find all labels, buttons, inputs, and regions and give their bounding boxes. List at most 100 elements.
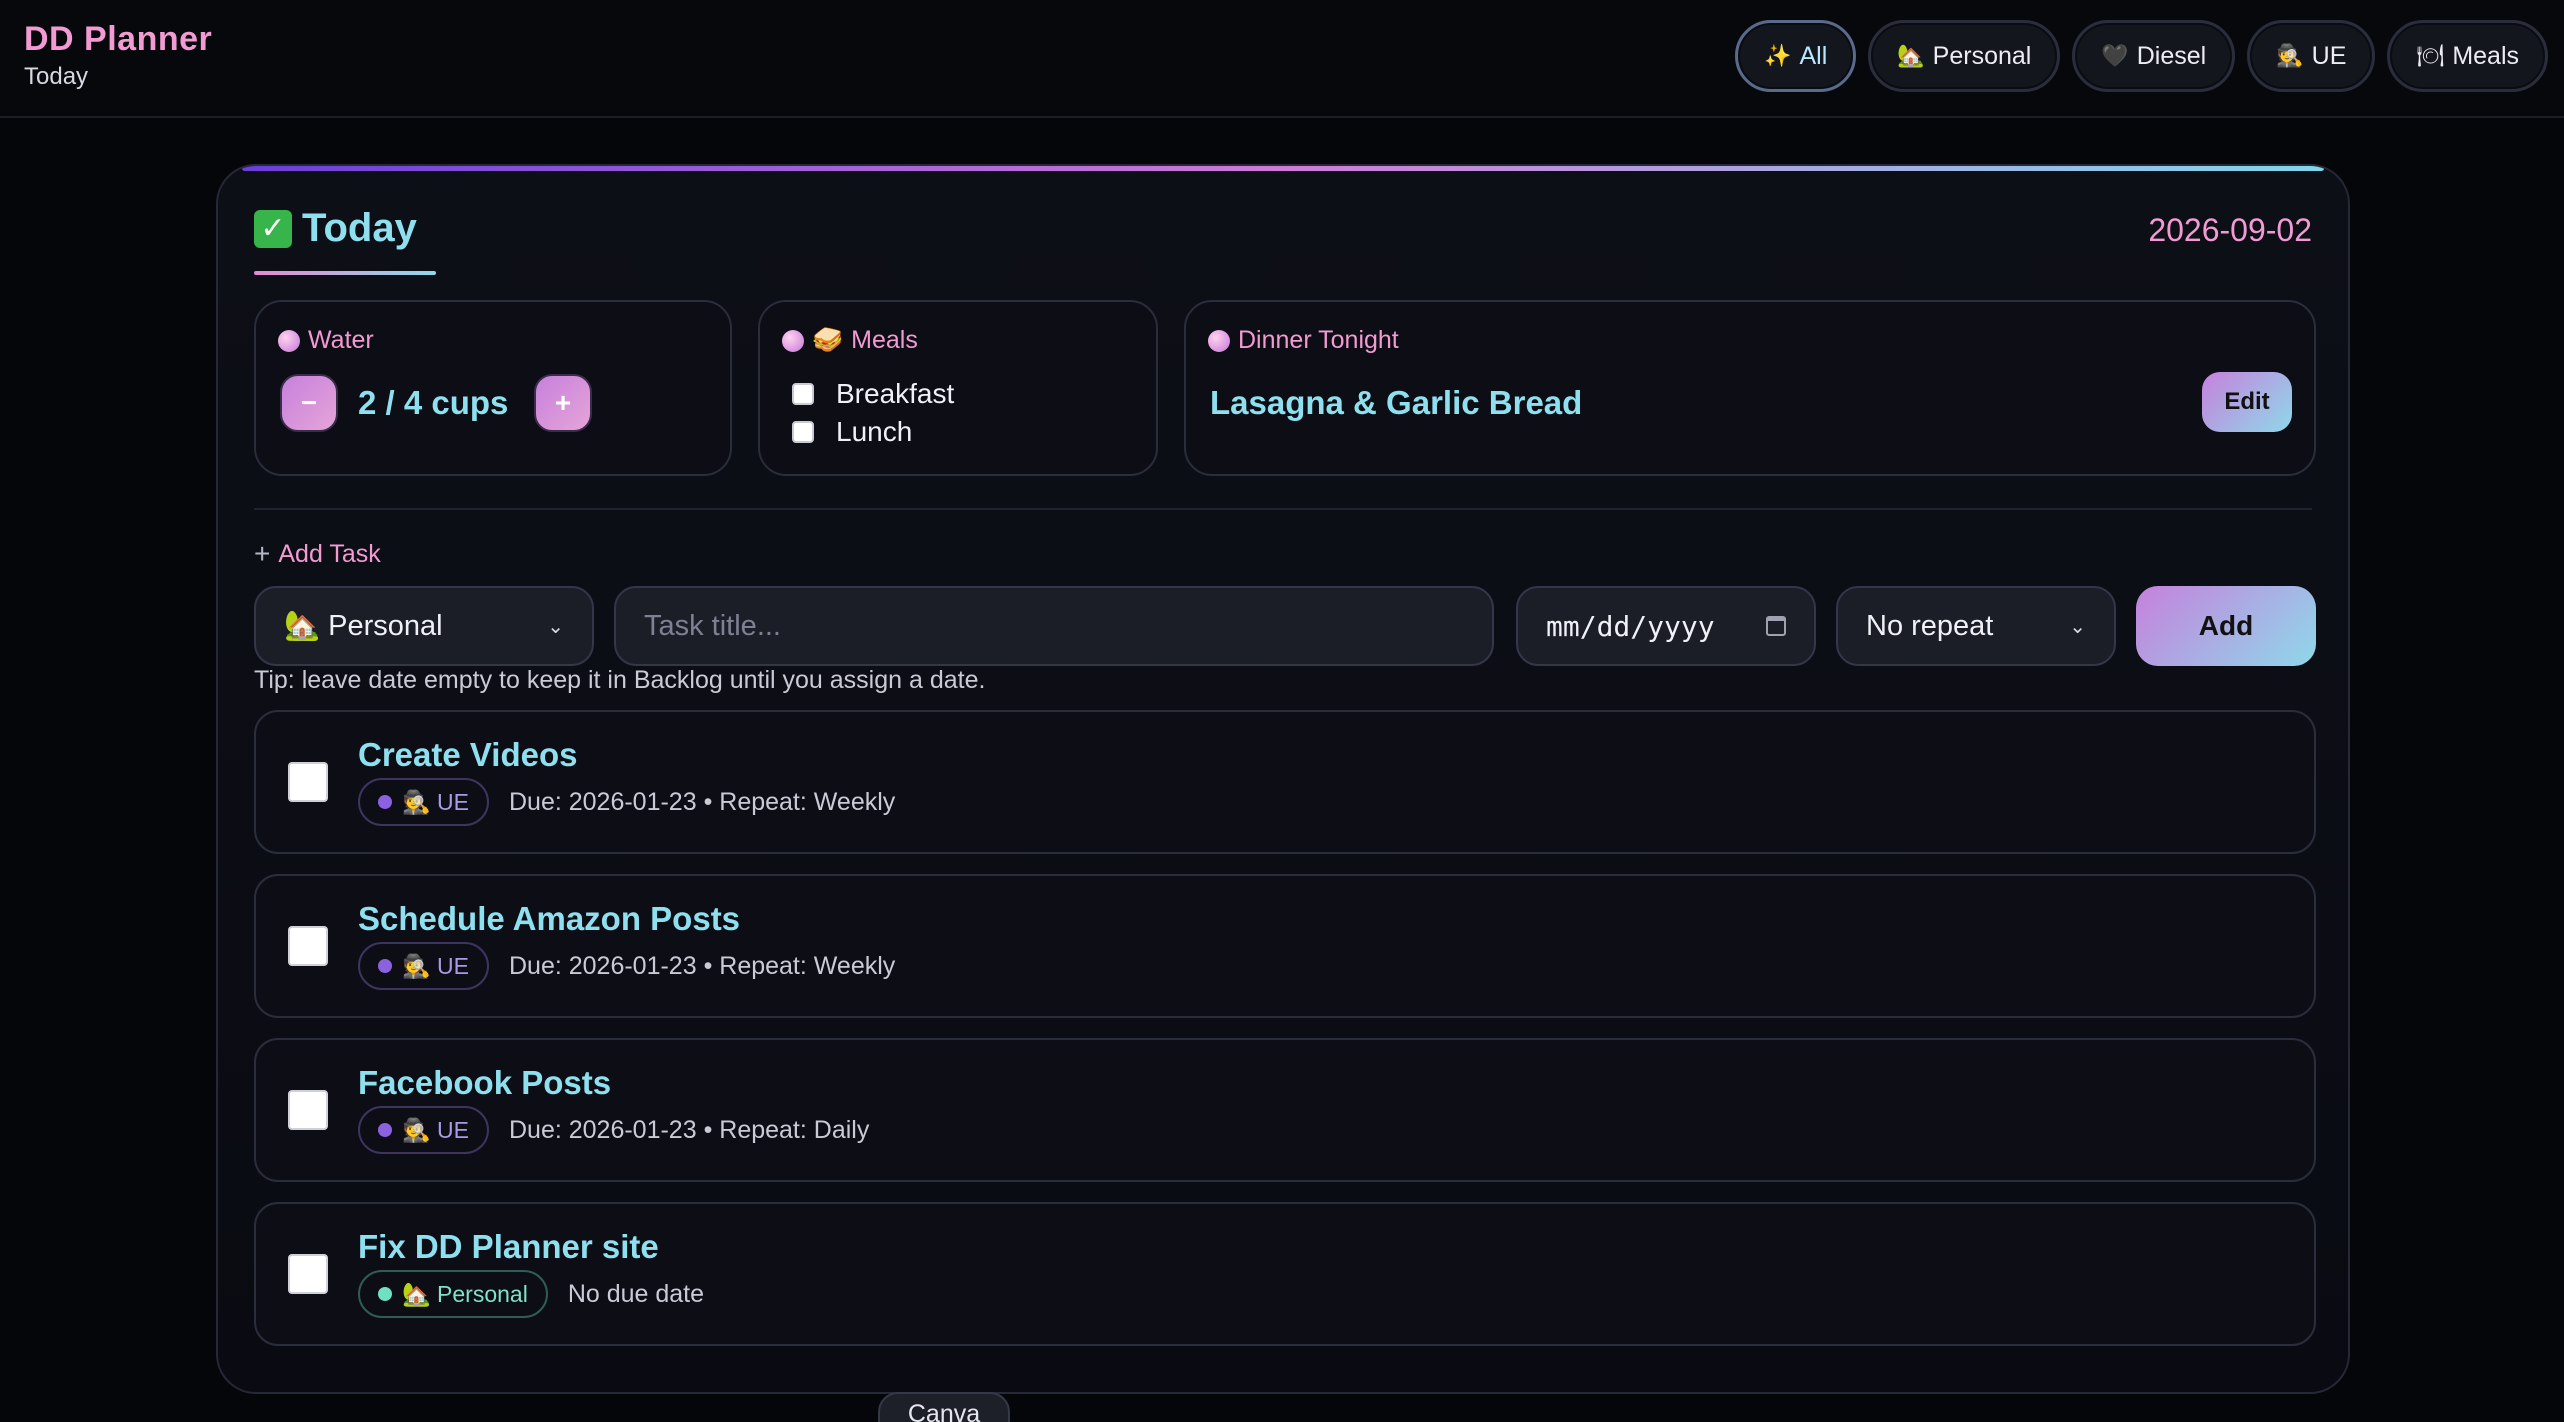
task-row: Create Videos 🕵 UE Due: 2026-01-23 • Rep… <box>254 710 2316 854</box>
task-meta: 🏡 Personal No due date <box>358 1270 704 1318</box>
current-date: 2026-09-02 <box>2148 212 2312 248</box>
canva-tab[interactable]: Canva <box>878 1392 1010 1422</box>
task-due-info: No due date <box>567 1279 705 1308</box>
filter-label: Meals <box>2452 41 2519 70</box>
task-checkbox[interactable] <box>288 926 328 966</box>
water-decrement-button[interactable]: − <box>280 374 338 432</box>
task-title[interactable]: Fix DD Planner site <box>358 1228 659 1266</box>
sparkles-icon: ✨ <box>1764 43 1792 68</box>
repeat-select[interactable]: No repeat ⌄ <box>1836 586 2116 666</box>
top-bar: DD Planner Today ✨ All 🏡 Personal 🖤 Dies… <box>0 0 2564 118</box>
card-title: ✓ Today <box>254 206 417 251</box>
water-widget: Water − 2 / 4 cups + <box>254 300 732 476</box>
add-task-label: Add Task <box>278 539 381 568</box>
add-task-button[interactable]: Add <box>2136 586 2316 666</box>
task-meta: 🕵 UE Due: 2026-01-23 • Repeat: Weekly <box>358 942 895 990</box>
lunch-checkbox[interactable] <box>792 421 814 443</box>
meals-widget: 🥪 Meals Breakfast Lunch <box>758 300 1158 476</box>
edit-dinner-button[interactable]: Edit <box>2202 372 2292 432</box>
task-tag: 🕵 UE <box>358 942 489 990</box>
lunch-label: Lunch <box>836 416 913 447</box>
water-count: 2 / 4 cups <box>358 384 509 421</box>
filter-label: UE <box>2311 41 2347 70</box>
card-accent-bar <box>242 166 2324 171</box>
repeat-value: No repeat <box>1866 609 1994 642</box>
filter-personal-button[interactable]: 🏡 Personal <box>1868 20 2061 92</box>
filter-label: All <box>1799 41 1828 70</box>
app-title: DD Planner <box>24 20 213 58</box>
calendar-icon[interactable] <box>1766 616 1786 636</box>
category-select[interactable]: 🏡 Personal ⌄ <box>254 586 594 666</box>
tag-dot <box>378 1287 392 1301</box>
card-title-text: Today <box>302 206 417 250</box>
task-row: Facebook Posts 🕵 UE Due: 2026-01-23 • Re… <box>254 1038 2316 1182</box>
task-checkbox[interactable] <box>288 1090 328 1130</box>
tag-label: 🕵 UE <box>402 788 469 815</box>
tag-dot <box>378 795 392 809</box>
task-meta: 🕵 UE Due: 2026-01-23 • Repeat: Daily <box>358 1106 869 1154</box>
due-date-input[interactable]: mm/dd/yyyy <box>1516 586 1816 666</box>
tag-label: 🏡 Personal <box>402 1280 528 1307</box>
meals-label-text: Meals <box>851 326 918 354</box>
plate-icon: 🍽 <box>2416 43 2445 68</box>
water-label: Water <box>278 326 374 355</box>
dinner-label: Dinner Tonight <box>1208 326 1399 355</box>
breakfast-label: Breakfast <box>836 378 955 409</box>
task-title[interactable]: Facebook Posts <box>358 1064 611 1102</box>
task-title[interactable]: Create Videos <box>358 736 578 774</box>
title-underline <box>254 271 436 275</box>
category-value: 🏡 Personal <box>284 610 443 642</box>
task-row: Fix DD Planner site 🏡 Personal No due da… <box>254 1202 2316 1346</box>
tag-label: 🕵 UE <box>402 1116 469 1143</box>
tag-dot <box>378 1123 392 1137</box>
task-tag: 🕵 UE <box>358 778 489 826</box>
task-tag: 🕵 UE <box>358 1106 489 1154</box>
filter-all-button[interactable]: ✨ All <box>1735 20 1857 92</box>
filter-label: Personal <box>1932 41 2032 70</box>
bread-icon: 🥪 <box>812 326 844 354</box>
section-divider <box>254 508 2312 510</box>
tip-text: Tip: leave date empty to keep it in Back… <box>254 666 986 694</box>
chevron-down-icon: ⌄ <box>2069 615 2086 638</box>
plus-icon: + <box>254 538 271 569</box>
filter-bar: ✨ All 🏡 Personal 🖤 Diesel 🕵 UE 🍽 Meals <box>1735 20 2548 92</box>
dinner-label-text: Dinner Tonight <box>1238 326 1399 354</box>
water-label-text: Water <box>308 326 374 354</box>
task-due-info: Due: 2026-01-23 • Repeat: Daily <box>508 1115 870 1144</box>
brand: DD Planner Today <box>24 20 212 91</box>
task-due-info: Due: 2026-01-23 • Repeat: Weekly <box>508 787 896 816</box>
dinner-widget: Dinner Tonight Lasagna & Garlic Bread Ed… <box>1184 300 2316 476</box>
app-subtitle: Today <box>24 63 89 90</box>
add-task-heading: + Add Task <box>254 538 381 570</box>
chevron-down-icon: ⌄ <box>547 615 564 638</box>
tag-label: 🕵 UE <box>402 952 469 979</box>
filter-label: Diesel <box>2136 41 2207 70</box>
task-row: Schedule Amazon Posts 🕵 UE Due: 2026-01-… <box>254 874 2316 1018</box>
water-drop-icon <box>278 329 300 352</box>
meal-item-lunch[interactable]: Lunch <box>792 416 912 448</box>
breakfast-checkbox[interactable] <box>792 383 814 405</box>
house-icon: 🏡 <box>1897 43 1925 68</box>
meal-icon <box>782 329 804 352</box>
meals-label: 🥪 Meals <box>782 326 918 355</box>
task-title-input[interactable]: Task title... <box>614 586 1494 666</box>
meal-item-breakfast[interactable]: Breakfast <box>792 378 954 410</box>
dinner-name: Lasagna & Garlic Bread <box>1210 384 1583 421</box>
checkmark-icon: ✓ <box>254 209 292 248</box>
today-card: ✓ Today 2026-09-02 Water − 2 / 4 cups + … <box>216 164 2350 1394</box>
filter-diesel-button[interactable]: 🖤 Diesel <box>2072 20 2236 92</box>
task-checkbox[interactable] <box>288 1254 328 1294</box>
tag-dot <box>378 959 392 973</box>
task-due-info: Due: 2026-01-23 • Repeat: Weekly <box>508 951 896 980</box>
date-placeholder: mm/dd/yyyy <box>1546 609 1715 643</box>
detective-icon: 🕵 <box>2276 43 2304 68</box>
filter-ue-button[interactable]: 🕵 UE <box>2247 20 2376 92</box>
filter-meals-button[interactable]: 🍽 Meals <box>2387 20 2548 92</box>
task-tag: 🏡 Personal <box>358 1270 548 1318</box>
task-meta: 🕵 UE Due: 2026-01-23 • Repeat: Weekly <box>358 778 895 826</box>
task-checkbox[interactable] <box>288 762 328 802</box>
black-heart-icon: 🖤 <box>2101 43 2129 68</box>
task-title[interactable]: Schedule Amazon Posts <box>358 900 740 938</box>
dinner-plate-icon <box>1208 329 1230 352</box>
water-increment-button[interactable]: + <box>534 374 592 432</box>
